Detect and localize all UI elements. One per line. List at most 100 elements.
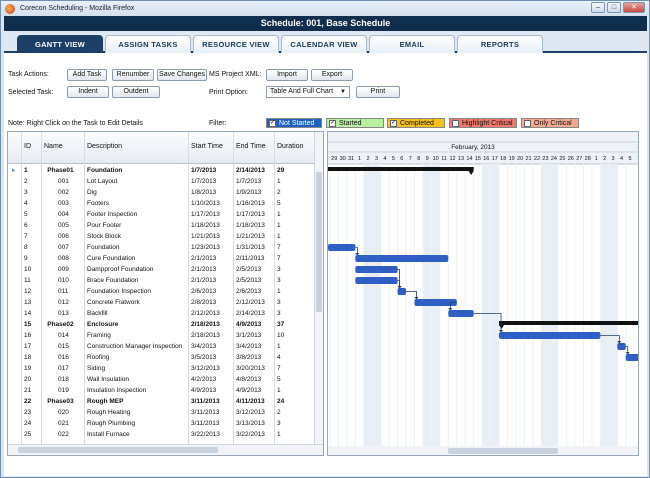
window-title: Corecon Scheduling - Mozilla Firefox: [20, 5, 135, 12]
table-row[interactable]: 14 013 Backfill 2/12/2013 2/14/2013 3: [8, 308, 315, 319]
day-tick-label: 5: [392, 156, 395, 162]
import-button[interactable]: Import: [266, 69, 308, 81]
table-row[interactable]: 10 009 Dampproof Foundation 2/1/2013 2/5/201…: [8, 264, 315, 275]
col-header-end-time[interactable]: End Time: [236, 143, 266, 150]
horizontal-scrollbar[interactable]: [8, 444, 323, 455]
vertical-scrollbar[interactable]: [314, 132, 323, 444]
print-option-select[interactable]: Table And Full Chart ▼: [266, 86, 350, 98]
table-cell: 1/31/2013: [236, 242, 274, 253]
table-row[interactable]: 25 022 Install Furnace 3/22/2013 3/22/2013 1: [8, 429, 315, 440]
table-cell: Dampproof Foundation: [87, 264, 187, 275]
cell-id: Phase01: [47, 167, 74, 174]
cell-dur: 3: [277, 266, 281, 273]
tab-label: Email: [399, 40, 425, 49]
table-cell: 2/8/2013: [191, 297, 233, 308]
cell-dur: 1: [277, 178, 281, 185]
table-row[interactable]: 8 007 Foundation 1/23/2013 1/31/2013 7: [8, 242, 315, 253]
table-row[interactable]: 6 005 Pour Footer 1/18/2013 1/18/2013 1: [8, 220, 315, 231]
table-cell: 11: [24, 275, 40, 286]
minimize-icon[interactable]: –: [591, 2, 605, 13]
cell-end: 1/21/2013: [236, 233, 265, 240]
table-row[interactable]: 20 018 Wall Insulation 4/2/2013 4/8/2013 5: [8, 374, 315, 385]
filter-highlight-critical[interactable]: Highlight Critical: [449, 118, 517, 128]
col-header-start-time[interactable]: Start Time: [191, 143, 223, 150]
table-row[interactable]: 19 017 Siding 3/12/2013 3/20/2013 7: [8, 363, 315, 374]
table-cell: 2/12/2013: [191, 308, 233, 319]
filter-label-text: Highlight Critical: [462, 120, 513, 127]
cell-n: 12: [24, 288, 32, 295]
table-row[interactable]: 12 011 Foundation Inspection 2/6/2013 2/6/20…: [8, 286, 315, 297]
table-row[interactable]: 23 020 Rough Heating 3/11/2013 3/12/2013 2: [8, 407, 315, 418]
tab-gantt-view[interactable]: Gantt View: [17, 35, 103, 53]
table-row[interactable]: 3 002 Dig 1/8/2013 1/9/2013 2: [8, 187, 315, 198]
weekend-column: [600, 164, 609, 455]
table-row[interactable]: 13 012 Concrete Flatwork 2/8/2013 2/12/2013 3: [8, 297, 315, 308]
filter-started[interactable]: ✓ Started: [326, 118, 384, 128]
cell-id: 010: [58, 277, 69, 284]
filter-label-text: Started: [339, 120, 362, 127]
table-cell: 1/10/2013: [191, 198, 233, 209]
cell-end: 1/18/2013: [236, 222, 265, 229]
task-bar: [328, 244, 356, 251]
col-header-name[interactable]: Name: [44, 143, 63, 150]
col-header-id[interactable]: ID: [24, 143, 31, 150]
cell-dur: 3: [277, 277, 281, 284]
save-changes-button[interactable]: Save Changes: [157, 69, 207, 81]
close-icon[interactable]: ✕: [623, 2, 645, 13]
cell-desc: Foundation: [87, 167, 123, 174]
filter-not-started[interactable]: ✓ Not Started: [266, 118, 322, 128]
phase-row[interactable]: 22 ▾Phase03Rough MEP 3/11/2013 4/11/2013 24: [8, 396, 315, 407]
cell-start: 1/23/2013: [191, 244, 220, 251]
tab-reports[interactable]: Reports: [457, 35, 543, 53]
firefox-logo-icon: [5, 3, 15, 14]
table-row[interactable]: 11 010 Brace Foundation 2/1/2013 2/5/2013 3: [8, 275, 315, 286]
table-cell: 2: [277, 187, 307, 198]
outdent-button[interactable]: Outdent: [112, 86, 160, 98]
phase-row[interactable]: 15 ▾Phase02Enclosure 2/18/2013 4/9/2013 37: [8, 319, 315, 330]
renumber-button[interactable]: Renumber: [112, 69, 154, 81]
table-cell: 1: [277, 429, 307, 440]
table-row[interactable]: 2 001 Lot Layout 1/7/2013 1/7/2013 1: [8, 176, 315, 187]
cell-desc: Dig: [87, 189, 97, 196]
table-cell: Framing: [87, 330, 187, 341]
table-row[interactable]: 21 019 Insulation Inspection 4/9/2013 4/9/20…: [8, 385, 315, 396]
day-tick-label: 2: [366, 156, 369, 162]
tab-resource-view[interactable]: Resource View: [193, 35, 279, 53]
day-tick-label: 16: [483, 156, 489, 162]
tab-assign-tasks[interactable]: Assign Tasks: [105, 35, 191, 53]
table-row[interactable]: 9 008 Cure Foundation 2/1/2013 2/11/2013 7: [8, 253, 315, 264]
export-button[interactable]: Export: [311, 69, 353, 81]
tab-email[interactable]: Email: [369, 35, 455, 53]
print-button[interactable]: Print: [356, 86, 400, 98]
indent-button[interactable]: Indent: [67, 86, 109, 98]
table-row[interactable]: 4 003 Footers 1/10/2013 1/16/2013 5: [8, 198, 315, 209]
scroll-thumb[interactable]: [316, 172, 322, 312]
weekend-column: [482, 164, 491, 455]
day-tick-label: 25: [559, 156, 565, 162]
filter-only-critical[interactable]: Only Critical: [521, 118, 579, 128]
add-task-button[interactable]: Add Task: [67, 69, 107, 81]
cell-start: 3/22/2013: [191, 431, 220, 438]
table-cell: 3/11/2013: [191, 396, 233, 407]
table-row[interactable]: 17 015 Construction Manager Inspection 3/4/…: [8, 341, 315, 352]
table-cell: Concrete Flatwork: [87, 297, 187, 308]
cell-end: 3/1/2013: [236, 332, 262, 339]
table-row[interactable]: 16 014 Framing 2/18/2013 3/1/2013 10: [8, 330, 315, 341]
cell-id: 014: [58, 332, 69, 339]
cell-desc: Cure Foundation: [87, 255, 136, 262]
table-row[interactable]: 5 004 Footer Inspection 1/17/2013 1/17/2013 1: [8, 209, 315, 220]
scroll-thumb[interactable]: [18, 447, 218, 453]
col-header-duration[interactable]: Duration: [277, 143, 303, 150]
phase-row[interactable]: ▸ 1 ▾Phase01Foundation 1/7/2013 2/14/2013 29: [8, 165, 315, 176]
filter-completed[interactable]: ✓ Completed: [387, 118, 445, 128]
day-tick-label: 13: [458, 156, 464, 162]
maximize-icon[interactable]: □: [607, 2, 621, 13]
table-cell: 2/5/2013: [236, 275, 274, 286]
tab-calendar-view[interactable]: Calendar View: [281, 35, 367, 53]
col-header-description[interactable]: Description: [87, 143, 122, 150]
cell-id: 022: [58, 431, 69, 438]
table-row[interactable]: 24 021 Rough Plumbing 3/11/2013 3/13/2013 3: [8, 418, 315, 429]
cell-start: 2/1/2013: [191, 255, 217, 262]
table-row[interactable]: 18 016 Roofing 3/5/2013 3/8/2013 4: [8, 352, 315, 363]
table-row[interactable]: 7 006 Stock Block 1/21/2013 1/21/2013 1: [8, 231, 315, 242]
